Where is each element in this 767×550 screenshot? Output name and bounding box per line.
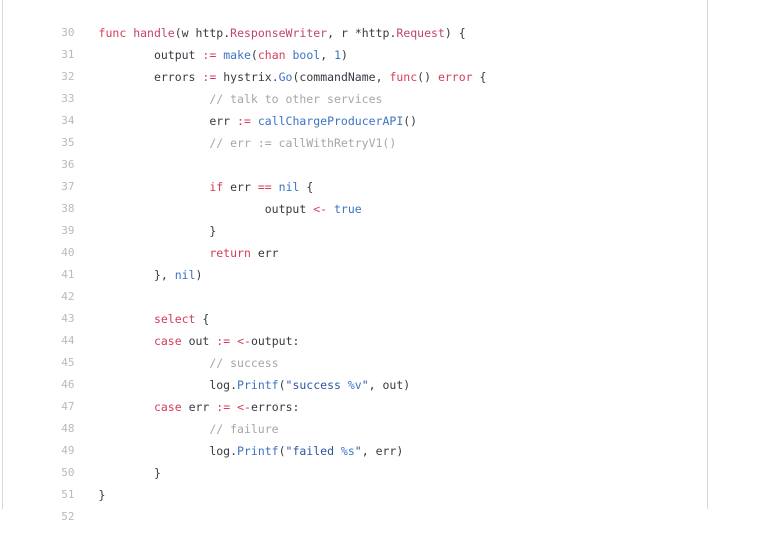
- line-source[interactable]: log.Printf("failed %s", err): [75, 440, 403, 462]
- line-source[interactable]: errors := hystrix.Go(commandName, func()…: [75, 66, 486, 88]
- line-source[interactable]: select {: [75, 308, 209, 330]
- line-source[interactable]: return err: [75, 242, 278, 264]
- line-number: 40: [61, 246, 75, 259]
- line-number: 41: [61, 268, 75, 281]
- line-number: 34: [61, 114, 75, 127]
- line-number: 52: [61, 510, 75, 523]
- line-number: 36: [61, 158, 75, 171]
- line-source[interactable]: [75, 286, 106, 308]
- line-source[interactable]: output <- true: [75, 198, 362, 220]
- line-source[interactable]: log.Printf("success %v", out): [75, 374, 410, 396]
- line-number: 33: [61, 92, 75, 105]
- line-number: 30: [61, 26, 75, 39]
- line-number: 38: [61, 202, 75, 215]
- code-lines-container[interactable]: 30 func handle(w http.ResponseWriter, r *…: [0, 0, 767, 523]
- line-source[interactable]: // failure: [75, 418, 278, 440]
- line-number: 42: [61, 290, 75, 303]
- line-source[interactable]: func handle(w http.ResponseWriter, r *ht…: [75, 22, 466, 44]
- line-number: 32: [61, 70, 75, 83]
- line-source[interactable]: [75, 506, 106, 528]
- line-source[interactable]: // err := callWithRetryV1(): [75, 132, 396, 154]
- line-source[interactable]: }: [75, 220, 216, 242]
- line-number: 35: [61, 136, 75, 149]
- code-line[interactable]: 52: [0, 484, 767, 523]
- line-number: 50: [61, 466, 75, 479]
- line-source[interactable]: // success: [75, 352, 278, 374]
- line-number: 45: [61, 356, 75, 369]
- code-line[interactable]: 37 if err == nil {: [0, 154, 767, 194]
- line-source[interactable]: output := make(chan bool, 1): [75, 44, 348, 66]
- line-number: 47: [61, 400, 75, 413]
- line-number: 31: [61, 48, 75, 61]
- line-number: 48: [61, 422, 75, 435]
- line-number: 39: [61, 224, 75, 237]
- line-number: 43: [61, 312, 75, 325]
- line-source[interactable]: case err := <-errors:: [75, 396, 300, 418]
- line-number: 44: [61, 334, 75, 347]
- line-number: 49: [61, 444, 75, 457]
- line-number: 37: [61, 180, 75, 193]
- code-line[interactable]: 30 func handle(w http.ResponseWriter, r *…: [0, 0, 767, 40]
- code-block: 30 func handle(w http.ResponseWriter, r *…: [0, 0, 767, 523]
- line-source[interactable]: err := callChargeProducerAPI(): [75, 110, 417, 132]
- code-line[interactable]: 43 select {: [0, 286, 767, 326]
- line-source[interactable]: // talk to other services: [75, 88, 382, 110]
- line-number: 46: [61, 378, 75, 391]
- line-source[interactable]: }: [75, 462, 161, 484]
- line-source[interactable]: }: [75, 484, 106, 506]
- line-source[interactable]: if err == nil {: [75, 176, 313, 198]
- line-source[interactable]: [75, 154, 106, 176]
- line-source[interactable]: }, nil): [75, 264, 203, 286]
- line-source[interactable]: case out := <-output:: [75, 330, 300, 352]
- line-number: 51: [61, 488, 75, 501]
